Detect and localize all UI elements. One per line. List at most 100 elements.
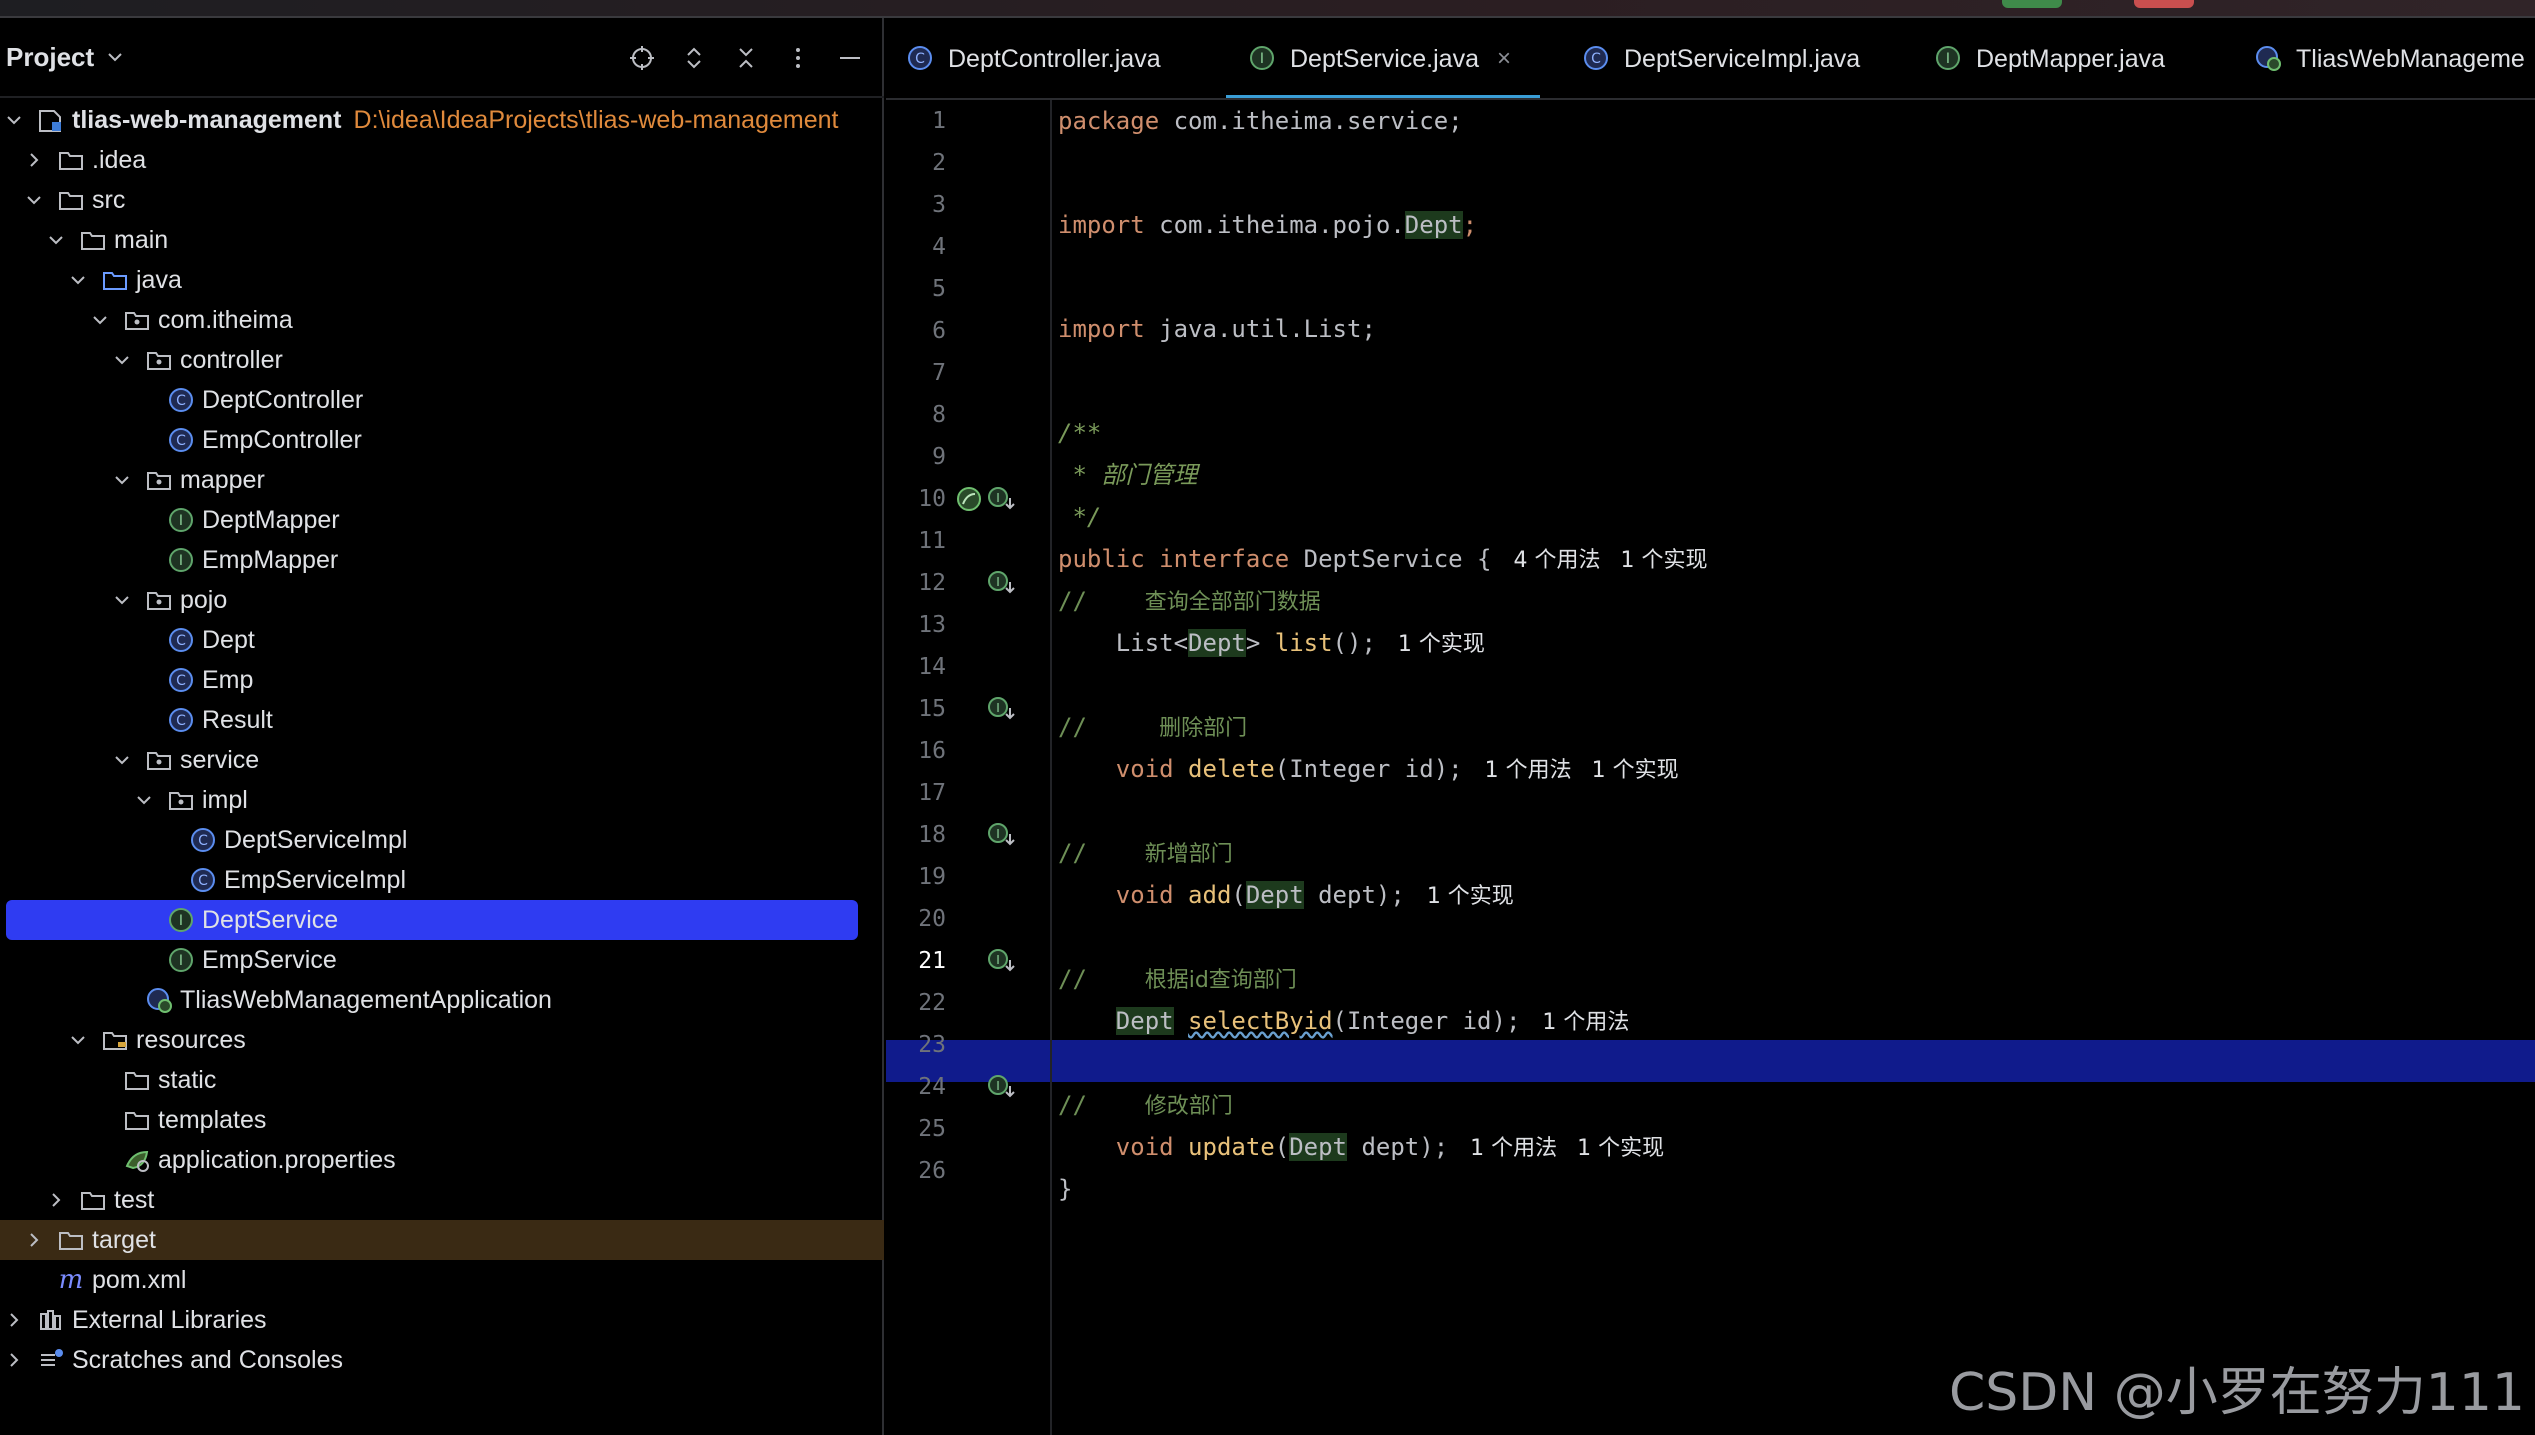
tree-item[interactable]: C DeptServiceImpl	[0, 820, 884, 860]
tree-item[interactable]: java	[0, 260, 884, 300]
tree-item[interactable]: I EmpService	[0, 940, 884, 980]
implemented-marker-icon[interactable]: I	[986, 568, 1016, 598]
tree-item[interactable]: C EmpServiceImpl	[0, 860, 884, 900]
chevron-down-icon[interactable]	[66, 1028, 90, 1052]
editor-tab[interactable]: I DeptService.java ×	[1226, 18, 1540, 98]
expand-all-icon[interactable]	[678, 42, 710, 74]
tree-item[interactable]: application.properties	[0, 1140, 884, 1180]
usages-hint[interactable]: 1 个用法	[1470, 1136, 1557, 1161]
chevron-down-icon[interactable]	[110, 748, 134, 772]
chevron-right-icon[interactable]	[2, 1308, 26, 1332]
close-tab-icon[interactable]: ×	[1497, 45, 1511, 73]
tree-item[interactable]: C EmpController	[0, 420, 884, 460]
tree-item[interactable]: templates	[0, 1100, 884, 1140]
chevron-down-icon[interactable]	[132, 788, 156, 812]
usages-hint[interactable]: 4 个用法	[1514, 548, 1601, 573]
chevron-down-icon[interactable]	[44, 228, 68, 252]
svg-text:I: I	[179, 953, 183, 969]
tree-item[interactable]: m pom.xml	[0, 1260, 884, 1300]
tree-item[interactable]: C DeptController	[0, 380, 884, 420]
editor-tab[interactable]: TliasWebManageme	[2254, 18, 2525, 98]
tree-item[interactable]: controller	[0, 340, 884, 380]
project-tool-window: Project tlias-web-management D:\idea\Ide…	[0, 18, 884, 1435]
tree-item[interactable]: pojo	[0, 580, 884, 620]
chevron-down-icon[interactable]	[110, 468, 134, 492]
tree-item-label: DeptService	[202, 906, 339, 934]
tree-item-label: DeptController	[202, 386, 364, 414]
tree-item[interactable]: .idea	[0, 140, 884, 180]
chevron-down-icon[interactable]	[66, 268, 90, 292]
folder-icon	[56, 185, 86, 215]
editor-tab[interactable]: C DeptController.java	[906, 18, 1161, 98]
implementations-hint[interactable]: 1 个实现	[1427, 884, 1514, 909]
tree-item-label: EmpService	[202, 946, 337, 974]
tree-item[interactable]: target	[0, 1220, 884, 1260]
tree-item[interactable]: C Dept	[0, 620, 884, 660]
line-number: 11	[918, 528, 946, 554]
locate-icon[interactable]	[626, 42, 658, 74]
tree-item[interactable]: I DeptService	[6, 900, 858, 940]
chevron-down-icon[interactable]	[2, 108, 26, 132]
chevron-right-icon[interactable]	[22, 1228, 46, 1252]
implemented-marker-icon[interactable]: I	[986, 946, 1016, 976]
more-options-icon[interactable]	[782, 42, 814, 74]
editor-tab[interactable]: I DeptMapper.java	[1934, 18, 2165, 98]
svg-text:C: C	[198, 833, 208, 849]
minimize-icon[interactable]	[834, 42, 866, 74]
chevron-down-icon[interactable]	[104, 46, 126, 68]
tree-item-label: src	[92, 186, 126, 214]
tree-item-label: com.itheima	[158, 306, 293, 334]
implemented-marker-icon[interactable]: I	[986, 694, 1016, 724]
line-number: 15	[918, 696, 946, 722]
project-panel-toolbar	[626, 38, 866, 78]
tree-item[interactable]: C Result	[0, 700, 884, 740]
tree-item[interactable]: External Libraries	[0, 1300, 884, 1340]
tree-item[interactable]: I EmpMapper	[0, 540, 884, 580]
tree-item[interactable]: com.itheima	[0, 300, 884, 340]
implementations-hint[interactable]: 1 个实现	[1398, 632, 1485, 657]
implemented-marker-icon[interactable]: I	[986, 820, 1016, 850]
package-icon	[122, 305, 152, 335]
usages-hint[interactable]: 1 个用法	[1542, 1010, 1629, 1035]
spring-bean-marker-icon[interactable]	[954, 484, 984, 514]
chevron-right-icon[interactable]	[2, 1348, 26, 1372]
tree-item[interactable]: src	[0, 180, 884, 220]
tree-item[interactable]: impl	[0, 780, 884, 820]
chevron-down-icon[interactable]	[110, 348, 134, 372]
usages-hint[interactable]: 1 个用法	[1485, 758, 1572, 783]
tree-item[interactable]: static	[0, 1060, 884, 1100]
tree-item-label: Dept	[202, 626, 255, 654]
spring-app-icon	[144, 985, 174, 1015]
folder-icon	[56, 145, 86, 175]
editor-tab[interactable]: C DeptServiceImpl.java	[1582, 18, 1861, 98]
tree-item[interactable]: I DeptMapper	[0, 500, 884, 540]
chevron-down-icon[interactable]	[88, 308, 112, 332]
editor-tab-label: DeptController.java	[948, 44, 1161, 73]
tree-item-label: DeptServiceImpl	[224, 826, 408, 854]
implementations-hint[interactable]: 1 个实现	[1621, 548, 1708, 573]
code-line-3: import com.itheima.pojo.Dept;	[1058, 211, 1478, 239]
tree-item[interactable]: service	[0, 740, 884, 780]
chevron-down-icon[interactable]	[22, 188, 46, 212]
tree-item[interactable]: Scratches and Consoles	[0, 1340, 884, 1380]
tree-item[interactable]: test	[0, 1180, 884, 1220]
line-number: 22	[918, 990, 946, 1016]
editor-tab-label: DeptServiceImpl.java	[1624, 44, 1861, 73]
chevron-down-icon[interactable]	[110, 588, 134, 612]
tree-item[interactable]: TliasWebManagementApplication	[0, 980, 884, 1020]
svg-text:I: I	[1946, 51, 1950, 67]
implemented-marker-icon[interactable]: I	[986, 484, 1016, 514]
tree-item[interactable]: C Emp	[0, 660, 884, 700]
tree-item[interactable]: resources	[0, 1020, 884, 1060]
tree-item[interactable]: mapper	[0, 460, 884, 500]
chevron-right-icon[interactable]	[44, 1188, 68, 1212]
tree-item[interactable]: tlias-web-management D:\idea\IdeaProjects…	[0, 100, 884, 140]
tree-item[interactable]: main	[0, 220, 884, 260]
code-area[interactable]: package com.itheima.service; import com.…	[1052, 100, 2535, 1435]
chevron-right-icon[interactable]	[22, 148, 46, 172]
implementations-hint[interactable]: 1 个实现	[1577, 1136, 1664, 1161]
implemented-marker-icon[interactable]: I	[986, 1072, 1016, 1102]
collapse-all-icon[interactable]	[730, 42, 762, 74]
implementations-hint[interactable]: 1 个实现	[1592, 758, 1679, 783]
project-panel-title[interactable]: Project	[6, 42, 94, 73]
